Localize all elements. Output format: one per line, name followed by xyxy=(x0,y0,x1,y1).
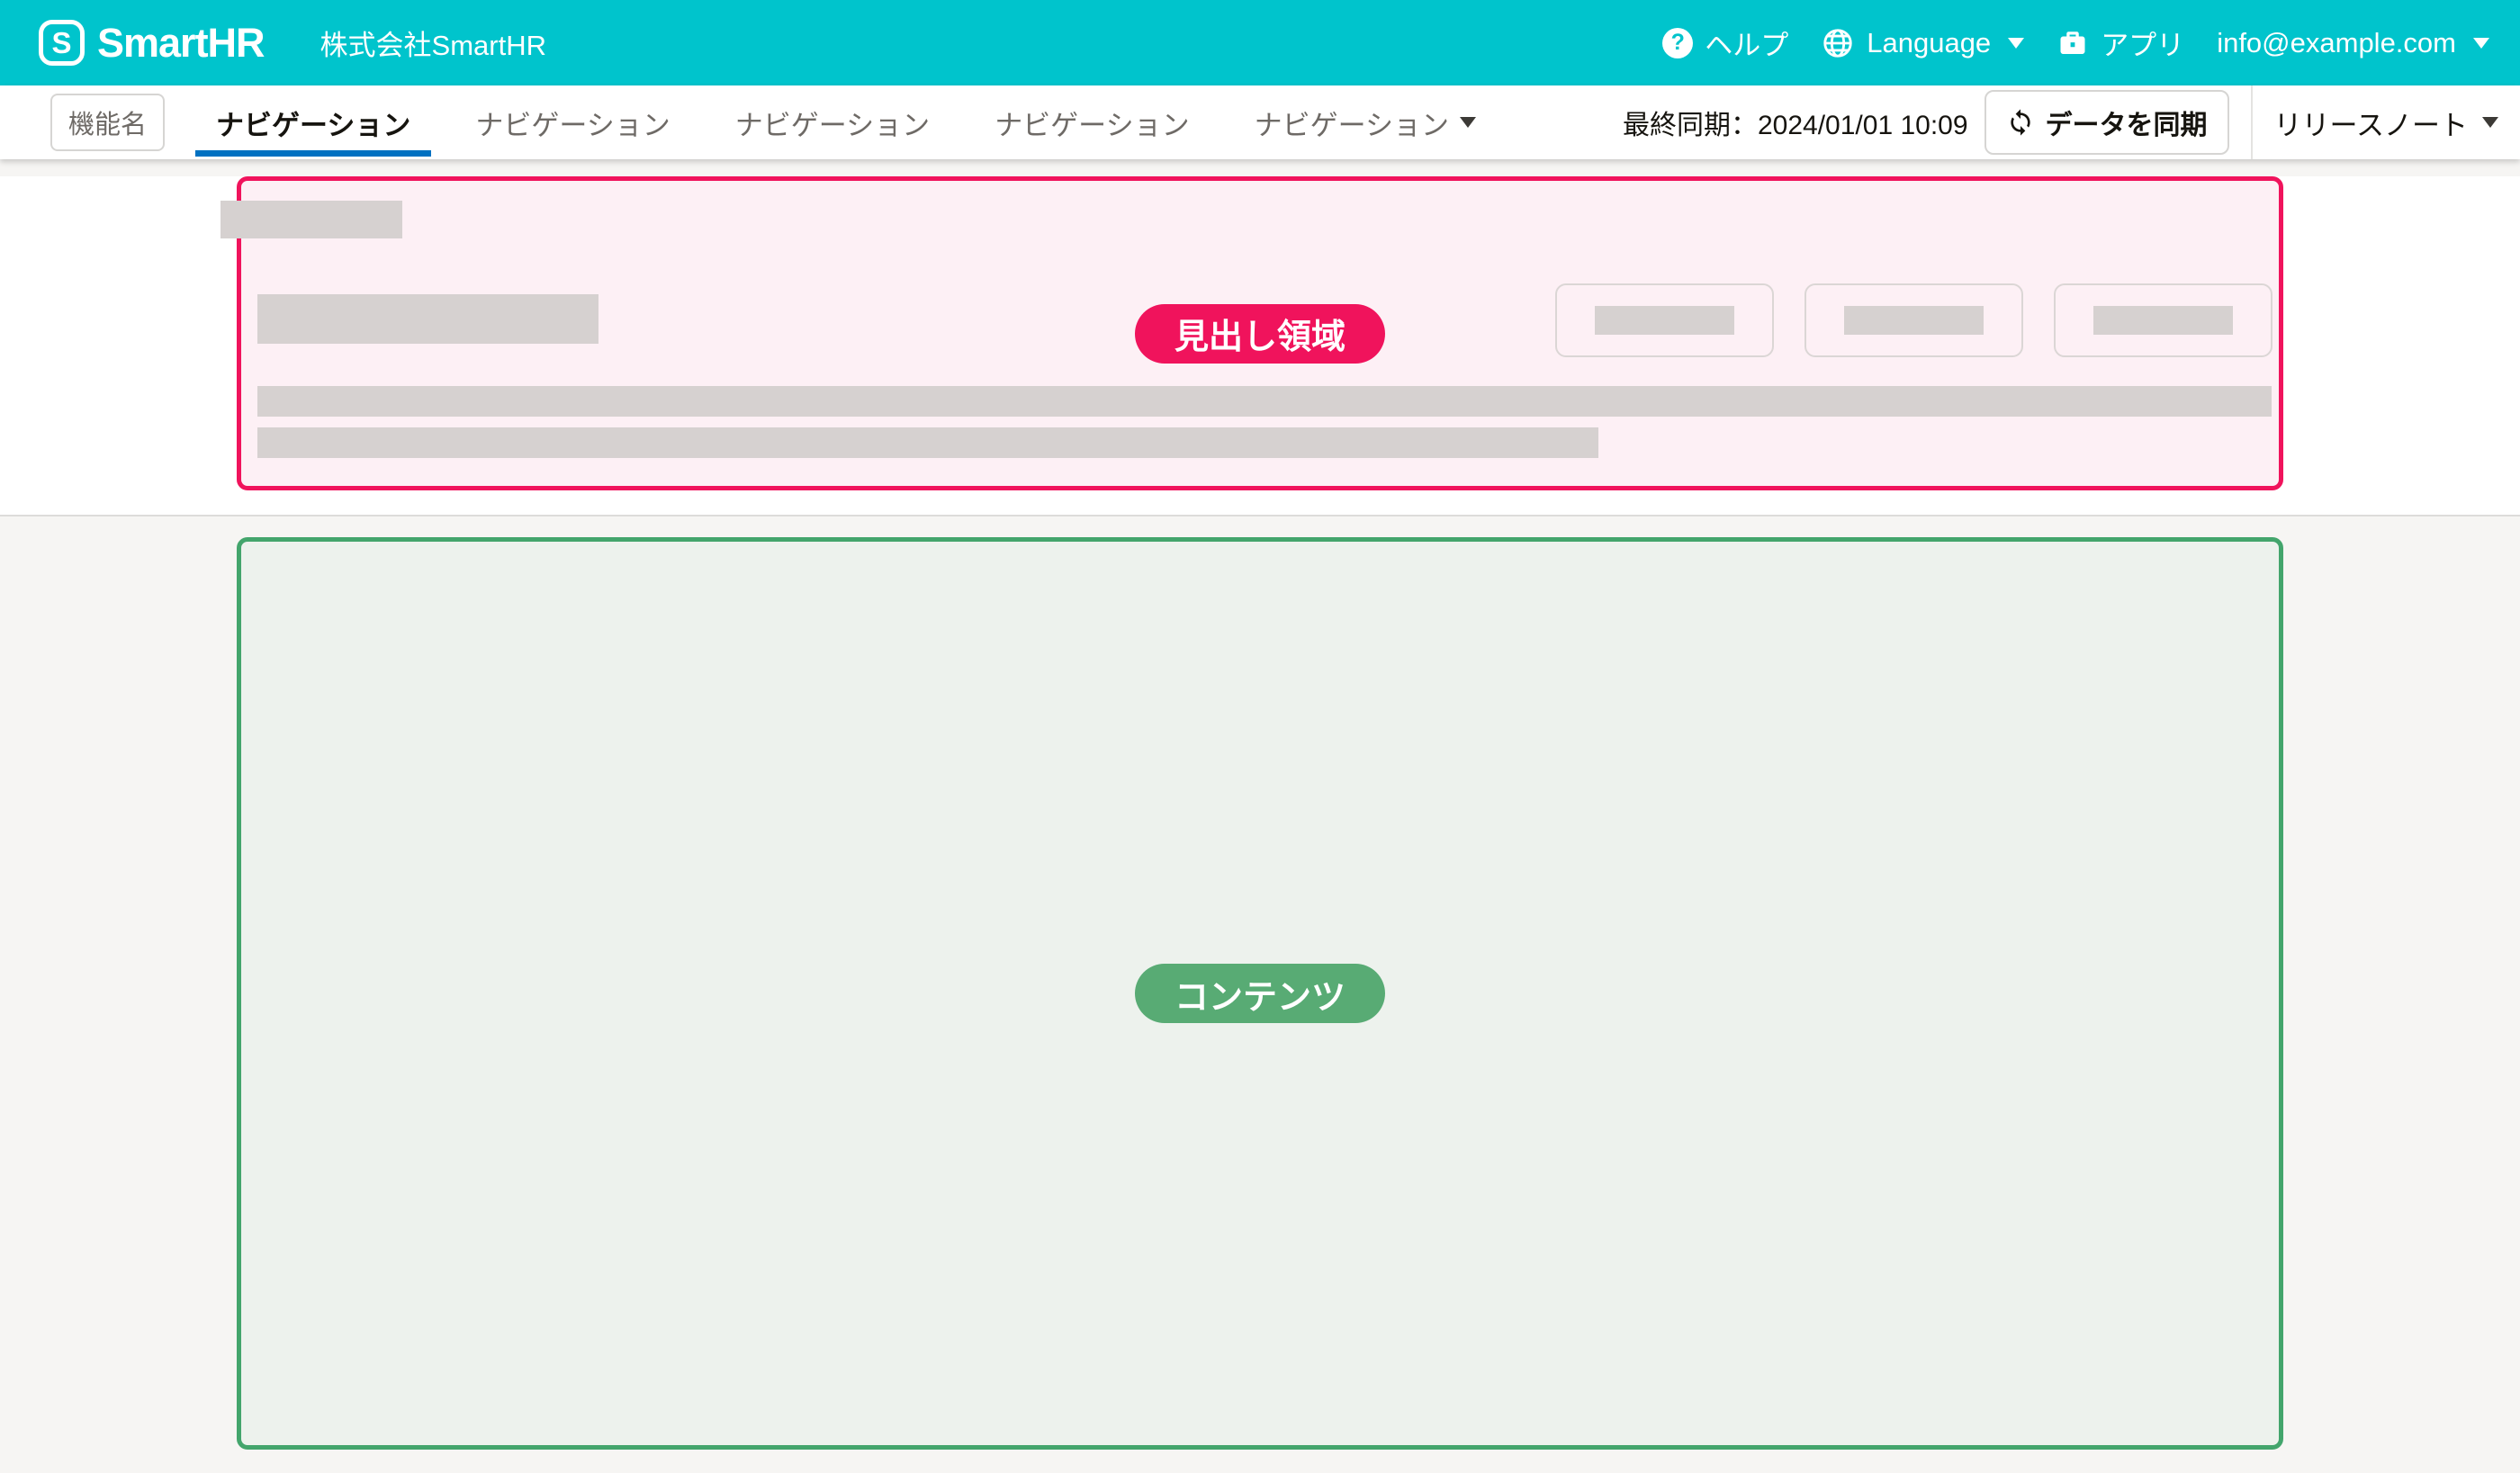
account-email: info@example.com xyxy=(2217,27,2456,59)
nav-tab-label: ナビゲーション xyxy=(735,103,930,143)
nav-tab-label: ナビゲーション xyxy=(216,103,410,143)
chevron-down-icon xyxy=(1460,117,1476,128)
smarthr-logo-icon: S xyxy=(39,20,85,66)
skeleton-text-line-2 xyxy=(257,427,1598,458)
skeleton-button-2[interactable] xyxy=(1804,283,2023,357)
skeleton-page-title-bar xyxy=(257,294,598,344)
chevron-down-icon xyxy=(2008,38,2024,49)
skeleton-button-1[interactable] xyxy=(1555,283,1774,357)
heading-area: 見出し領域 xyxy=(237,176,2283,490)
skeleton-button-label-bar xyxy=(2093,306,2233,335)
apps-menu[interactable]: アプリ xyxy=(2056,22,2184,63)
chevron-down-icon xyxy=(2473,38,2489,49)
skeleton-button-label-bar xyxy=(1844,306,1984,335)
help-label: ヘルプ xyxy=(1705,22,1788,63)
apps-icon xyxy=(2056,27,2089,59)
app-header: S SmartHR 株式会社SmartHR ? ヘルプ xyxy=(0,0,2520,85)
last-sync-label: 最終同期：2024/01/01 10:09 xyxy=(1623,103,1968,142)
sync-button-label: データを同期 xyxy=(2046,103,2208,142)
globe-icon xyxy=(1821,26,1855,60)
nav-tab-3[interactable]: ナビゲーション xyxy=(715,85,950,159)
header-actions: ? ヘルプ Language xyxy=(1662,22,2489,63)
sync-icon xyxy=(2006,108,2035,137)
nav-tab-5-dropdown[interactable]: ナビゲーション xyxy=(1234,85,1497,159)
skeleton-button-3[interactable] xyxy=(2054,283,2272,357)
release-notes-label: リリースノート xyxy=(2274,103,2468,143)
content-area: コンテンツ xyxy=(237,537,2283,1450)
nav-tab-label: ナビゲーション xyxy=(1255,103,1449,143)
apps-label: アプリ xyxy=(2101,22,2184,63)
smarthr-logo[interactable]: S SmartHR xyxy=(39,20,265,67)
content-section: コンテンツ xyxy=(0,516,2520,1473)
logo-s-glyph: S xyxy=(51,28,71,58)
smarthr-wordmark: SmartHR xyxy=(97,20,265,67)
skeleton-button-label-bar xyxy=(1595,306,1734,335)
chevron-down-icon xyxy=(2482,117,2498,128)
skeleton-text-line-1 xyxy=(257,386,2272,417)
sync-data-button[interactable]: データを同期 xyxy=(1984,90,2229,155)
language-menu[interactable]: Language xyxy=(1821,26,2024,60)
content-area-badge: コンテンツ xyxy=(1135,964,1385,1023)
nav-tab-1[interactable]: ナビゲーション xyxy=(195,85,431,159)
app-nav: 機能名 ナビゲーション ナビゲーション ナビゲーション ナビゲーション ナビゲー… xyxy=(0,85,2520,159)
nav-tab-label: ナビゲーション xyxy=(475,103,670,143)
heading-area-badge: 見出し領域 xyxy=(1135,304,1385,364)
heading-action-buttons xyxy=(1555,283,2272,357)
nav-tabs: ナビゲーション ナビゲーション ナビゲーション ナビゲーション ナビゲーション xyxy=(195,85,1497,159)
vertical-divider xyxy=(2251,85,2253,159)
help-link[interactable]: ? ヘルプ xyxy=(1662,22,1788,63)
nav-tab-label: ナビゲーション xyxy=(994,103,1189,143)
nav-right: 最終同期：2024/01/01 10:09 データを同期 リリースノート xyxy=(1623,85,2498,159)
page: S SmartHR 株式会社SmartHR ? ヘルプ xyxy=(0,0,2520,1458)
hero-section: 見出し領域 xyxy=(0,176,2520,516)
skeleton-app-name-bar xyxy=(220,201,402,238)
help-icon: ? xyxy=(1662,28,1693,58)
tenant-name: 株式会社SmartHR xyxy=(320,22,546,63)
account-menu[interactable]: info@example.com xyxy=(2217,27,2489,59)
feature-name-label: 機能名 xyxy=(50,94,165,151)
language-label: Language xyxy=(1867,27,1991,59)
nav-tab-4[interactable]: ナビゲーション xyxy=(974,85,1210,159)
release-notes-menu[interactable]: リリースノート xyxy=(2274,103,2498,143)
nav-tab-2[interactable]: ナビゲーション xyxy=(454,85,690,159)
